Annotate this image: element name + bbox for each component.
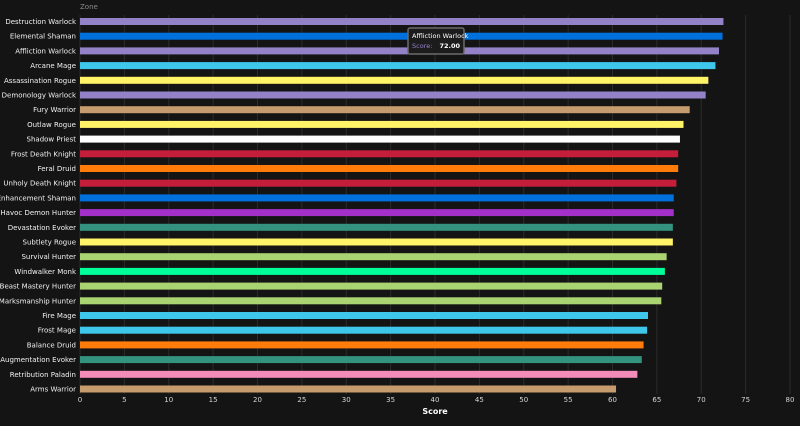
category-label: Enhancement Shaman (0, 194, 76, 202)
chart-top-label: Zone (80, 3, 98, 11)
grid-lines (79, 15, 791, 394)
bar[interactable] (80, 267, 665, 275)
category-label: Havoc Demon Hunter (0, 209, 76, 217)
bar[interactable] (80, 76, 709, 84)
x-tick-label: 55 (564, 396, 573, 404)
bar[interactable] (80, 120, 684, 128)
tooltip: Affliction Warlock Score: 72.00 (407, 27, 469, 55)
x-tick-label: 10 (164, 396, 173, 404)
tooltip-value: 72.00 (440, 42, 461, 50)
x-tick-label: 80 (786, 396, 795, 404)
bar[interactable] (80, 341, 644, 349)
x-tick-label: 25 (297, 396, 306, 404)
category-label: Feral Druid (38, 165, 76, 173)
x-tick-label: 35 (386, 396, 395, 404)
category-label: Assassination Rogue (4, 77, 76, 85)
bar[interactable] (80, 385, 617, 393)
x-tick-label: 40 (431, 396, 440, 404)
bar-chart: Zone Destruction Warlock Elemental Shaman… (0, 3, 795, 416)
x-tick-label: 50 (519, 396, 528, 404)
category-label: Shadow Priest (27, 136, 77, 144)
category-label: Survival Hunter (21, 253, 76, 261)
tooltip-title: Affliction Warlock (412, 32, 469, 40)
bar[interactable] (80, 165, 679, 172)
x-axis-title: Score (422, 407, 448, 416)
category-label: Destruction Warlock (5, 18, 77, 26)
x-tick-label: 75 (741, 396, 750, 404)
category-label: Arms Warrior (30, 386, 76, 394)
x-tick-label: 45 (475, 396, 484, 404)
bar[interactable] (80, 135, 680, 143)
bar[interactable] (80, 18, 724, 25)
bar[interactable] (80, 223, 673, 231)
bar[interactable] (80, 356, 642, 364)
bar[interactable] (80, 106, 690, 114)
category-label: Arcane Mage (30, 62, 76, 70)
tooltip-label: Score: (412, 42, 432, 50)
bar[interactable] (80, 150, 679, 158)
bar[interactable] (80, 47, 719, 55)
category-label: Demonology Warlock (2, 92, 77, 100)
bar[interactable] (80, 297, 662, 305)
category-label: Windwalker Monk (14, 268, 77, 276)
bar[interactable] (80, 209, 674, 217)
x-tick-label: 15 (209, 396, 218, 404)
bar[interactable] (80, 282, 663, 290)
category-label: Augmentation Evoker (0, 356, 76, 364)
category-labels: Destruction Warlock Elemental Shaman Affli… (0, 18, 77, 394)
category-label: Frost Death Knight (11, 150, 76, 158)
category-label: Marksmanship Hunter (0, 297, 76, 305)
category-label: Beast Mastery Hunter (0, 283, 76, 291)
bar[interactable] (80, 194, 674, 202)
bar[interactable] (80, 62, 716, 70)
category-label: Devastation Evoker (8, 224, 76, 232)
x-tick-label: 30 (342, 396, 351, 404)
x-tick-label: 5 (122, 396, 126, 404)
category-label: Elemental Shaman (10, 33, 76, 41)
category-label: Balance Druid (27, 341, 76, 349)
bar[interactable] (80, 326, 648, 334)
category-label: Affliction Warlock (15, 47, 77, 55)
bar[interactable] (80, 370, 638, 378)
bar[interactable] (80, 32, 723, 40)
category-label: Subtlety Rogue (23, 239, 76, 247)
x-tick-label: 0 (78, 396, 82, 404)
category-label: Outlaw Rogue (27, 121, 76, 129)
bar[interactable] (80, 91, 706, 99)
category-label: Frost Mage (38, 327, 76, 335)
x-tick-label: 20 (253, 396, 262, 404)
x-tick-label: 70 (697, 396, 706, 404)
bars (80, 18, 724, 393)
bar[interactable] (80, 179, 677, 187)
category-label: Retribution Paladin (10, 371, 76, 379)
category-label: Fury Warrior (33, 106, 76, 114)
bar[interactable] (80, 253, 667, 261)
bar[interactable] (80, 312, 648, 319)
category-label: Fire Mage (42, 312, 76, 320)
x-tick-labels: 0 5 10 15 20 25 30 35 40 45 50 55 60 65 70 75 80 (78, 396, 795, 404)
x-tick-label: 65 (652, 396, 661, 404)
bar[interactable] (80, 238, 673, 246)
category-label: Unholy Death Knight (3, 180, 76, 188)
x-tick-label: 60 (608, 396, 617, 404)
